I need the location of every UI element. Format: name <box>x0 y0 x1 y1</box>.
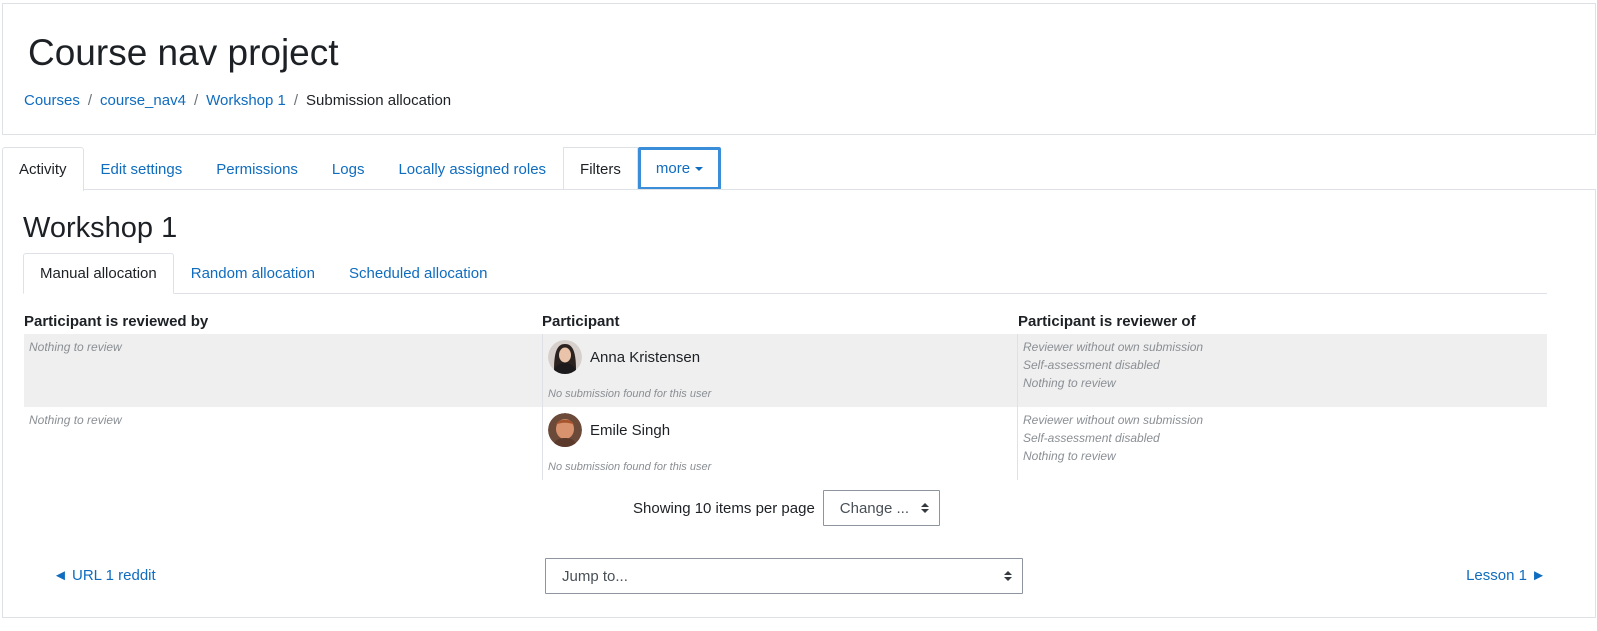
reviewer-note: Reviewer without own submission <box>1023 340 1204 354</box>
participant: Anna Kristensen <box>548 340 700 374</box>
breadcrumb: Courses / course_nav4 / Workshop 1 / Sub… <box>24 90 451 112</box>
activity-title: Workshop 1 <box>23 212 178 244</box>
participant-name: Emile Singh <box>590 421 671 439</box>
per-page-select[interactable]: Change ... <box>822 490 940 526</box>
tab-manual-allocation[interactable]: Manual allocation <box>23 253 174 294</box>
reviewer-note: Reviewer without own submission <box>1023 413 1204 427</box>
jump-to-select-value: Jump to... <box>562 567 628 585</box>
tab-activity[interactable]: Activity <box>2 147 84 191</box>
reviewer-of-cell: Reviewer without own submission Self-ass… <box>1018 334 1547 407</box>
participant-cell: Anna Kristensen No submission found for … <box>542 334 1018 407</box>
allocation-tabs: Manual allocation Random allocation Sche… <box>23 253 1547 294</box>
reviewed-by-cell: Nothing to review <box>24 407 542 480</box>
header-reviewer-of: Participant is reviewer of <box>1018 313 1196 330</box>
reviewer-of-notes: Reviewer without own submission Self-ass… <box>1023 338 1203 392</box>
per-page-select-value: Change ... <box>839 499 909 517</box>
reviewer-note: Nothing to review <box>1023 376 1116 390</box>
tab-filters[interactable]: Filters <box>563 147 638 190</box>
tab-more-label: more <box>655 160 691 177</box>
per-page-label: Showing 10 items per page <box>633 499 815 517</box>
select-arrows-icon <box>920 503 929 513</box>
tab-permissions[interactable]: Permissions <box>199 147 315 190</box>
select-arrows-icon <box>1004 571 1012 581</box>
jump-to-select[interactable]: Jump to... <box>545 558 1023 594</box>
participant-cell: Emile Singh No submission found for this… <box>542 407 1018 480</box>
page-header: Course nav project Courses / course_nav4… <box>2 3 1596 135</box>
reviewer-of-notes: Reviewer without own submission Self-ass… <box>1023 411 1203 465</box>
reviewed-by-cell: Nothing to review <box>24 334 542 407</box>
avatar <box>548 413 582 447</box>
breadcrumb-separator: / <box>293 92 299 109</box>
reviewer-note: Nothing to review <box>1023 449 1116 463</box>
participant: Emile Singh <box>548 413 670 447</box>
breadcrumb-current: Submission allocation <box>306 92 452 109</box>
previous-activity-link[interactable]: ◄ URL 1 reddit <box>53 567 156 584</box>
reviewer-note: Self-assessment disabled <box>1023 431 1160 445</box>
secondary-navigation: Activity Edit settings Permissions Logs … <box>2 147 722 191</box>
avatar <box>548 340 582 374</box>
tab-random-allocation[interactable]: Random allocation <box>174 253 332 293</box>
breadcrumb-course[interactable]: course_nav4 <box>100 90 186 112</box>
reviewed-by-note: Nothing to review <box>29 340 122 354</box>
tab-locally-assigned-roles[interactable]: Locally assigned roles <box>381 147 563 190</box>
breadcrumb-workshop[interactable]: Workshop 1 <box>206 90 286 112</box>
table-row: Nothing to review Emile Singh No submiss… <box>24 407 1547 480</box>
submission-status: No submission found for this user <box>548 461 712 473</box>
breadcrumb-separator: / <box>87 92 93 109</box>
allocation-table: Participant is reviewed by Participant P… <box>24 306 1547 480</box>
tab-edit-settings[interactable]: Edit settings <box>84 147 200 190</box>
tab-more[interactable]: more <box>637 147 722 190</box>
main-region: Workshop 1 Manual allocation Random allo… <box>2 189 1596 618</box>
tab-logs[interactable]: Logs <box>315 147 382 190</box>
participant-name: Anna Kristensen <box>590 348 701 366</box>
submission-status: No submission found for this user <box>548 388 712 400</box>
per-page-control: Showing 10 items per page Change ... <box>633 490 940 526</box>
reviewer-note: Self-assessment disabled <box>1023 358 1160 372</box>
page-title: Course nav project <box>28 32 339 73</box>
table-header: Participant is reviewed by Participant P… <box>24 306 1547 334</box>
reviewer-of-cell: Reviewer without own submission Self-ass… <box>1018 407 1547 480</box>
breadcrumb-separator: / <box>193 92 199 109</box>
table-row: Nothing to review Anna Kristensen No sub… <box>24 334 1547 407</box>
caret-down-icon <box>695 166 704 171</box>
header-participant: Participant <box>542 313 620 330</box>
tab-scheduled-allocation[interactable]: Scheduled allocation <box>332 253 504 293</box>
next-activity-link[interactable]: Lesson 1 ► <box>1466 567 1546 584</box>
header-reviewed-by: Participant is reviewed by <box>24 313 209 330</box>
reviewed-by-note: Nothing to review <box>29 413 122 427</box>
breadcrumb-courses[interactable]: Courses <box>24 90 80 112</box>
